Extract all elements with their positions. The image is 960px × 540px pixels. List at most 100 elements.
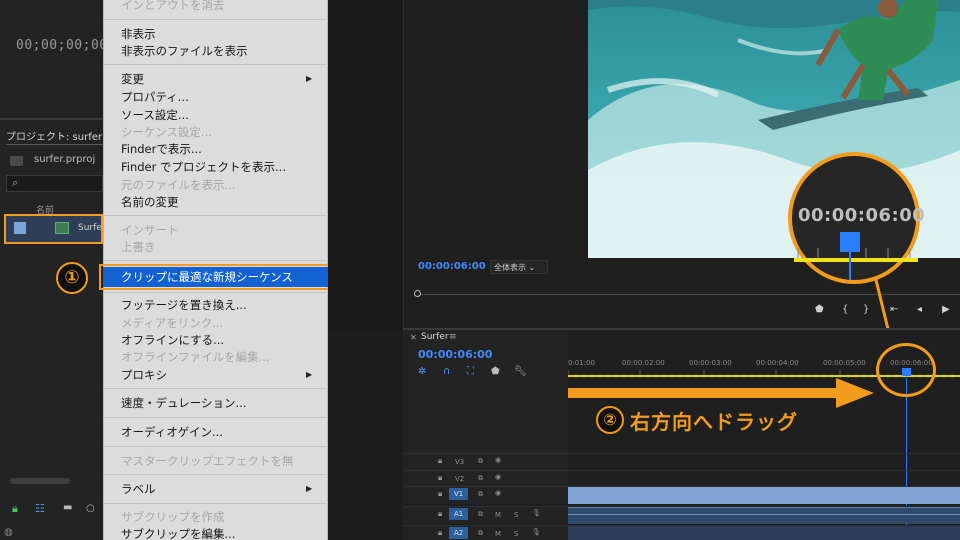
ruler-label: 00:00:05:00 [823, 359, 866, 367]
solo-button[interactable]: S [514, 530, 518, 538]
track-name-v2[interactable]: V2 [455, 475, 464, 483]
microphone-icon[interactable]: 🎙︎ [532, 509, 541, 517]
track-lock-icon[interactable]: 🔒︎ [438, 509, 442, 519]
nest-icon[interactable]: ✲ [418, 366, 426, 377]
menu-separator [103, 417, 328, 418]
sync-lock-icon[interactable]: ⧉ [478, 457, 483, 466]
mute-button[interactable]: M [495, 511, 501, 519]
search-input[interactable] [6, 175, 103, 192]
annotation-circle-playhead [876, 343, 936, 397]
zoom-callout-playhead-line [849, 250, 851, 280]
scrollbar[interactable] [10, 478, 70, 484]
tab-underline [6, 144, 103, 145]
program-timecode[interactable]: 00:00:06:00 [418, 261, 486, 272]
step-two-badge: ② [596, 406, 624, 434]
menu-item-reveal-finder[interactable]: Finderで表示... [121, 141, 202, 157]
track-header-a1 [403, 507, 568, 524]
sync-lock-icon[interactable]: ⧉ [478, 529, 483, 538]
snap-icon[interactable]: ∩ [443, 366, 450, 377]
sync-lock-icon[interactable]: ⧉ [478, 510, 483, 519]
icon-view-icon[interactable]: ▬ [63, 502, 72, 513]
solo-button[interactable]: S [514, 511, 518, 519]
zoom-callout-work-area [794, 258, 918, 262]
menu-item-label[interactable]: ラベル [121, 481, 156, 497]
mark-in-icon[interactable]: { [842, 304, 848, 315]
menu-item-properties[interactable]: プロパティ... [121, 89, 189, 105]
zoom-slider-handle[interactable]: ○ [86, 503, 95, 514]
track-name-a1[interactable]: A1 [449, 508, 469, 520]
track-lock-icon[interactable]: 🔒︎ [438, 456, 442, 466]
timeline-clip-a1[interactable] [568, 507, 960, 524]
marker-icon[interactable]: ⬟ [815, 304, 824, 315]
add-marker-icon[interactable]: ⬟ [491, 366, 500, 377]
source-timecode: 00;00;00;00 [16, 38, 108, 53]
menu-separator [103, 474, 328, 475]
program-scrub-handle[interactable] [414, 290, 421, 297]
folder-icon [10, 156, 23, 166]
eye-icon[interactable]: ◉ [495, 489, 501, 497]
menu-item-modify[interactable]: 変更 [121, 71, 144, 87]
mark-out-icon[interactable]: } [863, 304, 869, 315]
menu-item-show-hidden[interactable]: 非表示のファイルを表示 [121, 43, 248, 59]
track-lock-icon[interactable]: 🔒︎ [438, 528, 442, 538]
menu-separator [103, 446, 328, 447]
menu-separator [103, 64, 328, 65]
play-icon[interactable]: ▶ [942, 304, 950, 315]
eye-icon[interactable]: ◉ [495, 456, 501, 464]
menu-item-edit-subclip[interactable]: サブクリップを編集... [121, 526, 235, 540]
track-header-v1 [403, 487, 568, 504]
wrench-icon[interactable]: 🔧︎ [514, 366, 527, 377]
zoom-callout-playhead [840, 232, 860, 252]
menu-item-sequence-settings: シーケンス設定... [121, 125, 212, 139]
menu-item-source-settings[interactable]: ソース設定... [121, 107, 189, 123]
eye-icon[interactable]: ◉ [495, 473, 501, 481]
timeline-clip-v1[interactable] [568, 487, 960, 504]
track-name-v1[interactable]: V1 [449, 488, 469, 500]
timeline-clip-a2[interactable] [568, 526, 960, 540]
menu-item-proxy[interactable]: プロキシ [121, 367, 167, 383]
fit-zoom-select[interactable]: 全体表示 ⌄ [490, 260, 548, 274]
ruler-label: 0:01:00 [568, 359, 595, 367]
menu-separator [103, 388, 328, 389]
submenu-arrow-icon: ▶ [306, 370, 313, 379]
menu-item-speed-duration[interactable]: 速度・デュレーション... [121, 395, 247, 411]
menu-item-clear-in-out: インとアウトを消去 [121, 0, 225, 12]
sync-lock-icon[interactable]: ⧉ [478, 490, 483, 499]
menu-item-insert: インサート [121, 223, 179, 237]
search-icon: ⌕ [12, 176, 19, 189]
panel-gap [328, 0, 403, 330]
audio-waveform [568, 514, 960, 515]
annotation-highlight-menu-item [99, 264, 332, 290]
menu-item-make-offline[interactable]: オフラインにする... [121, 332, 224, 348]
linked-selection-icon[interactable]: ⛶ [467, 366, 474, 377]
mute-button[interactable]: M [495, 530, 501, 538]
menu-item-hide[interactable]: 非表示 [121, 26, 156, 42]
project-file-name: surfer.prproj [34, 154, 96, 165]
step-back-icon[interactable]: ◂ [917, 304, 922, 315]
lock-icon[interactable]: 🔒︎ [12, 502, 18, 516]
track-lock-icon[interactable]: 🔒︎ [438, 489, 442, 499]
list-view-icon[interactable]: ☷ [35, 502, 45, 515]
track-lock-icon[interactable]: 🔒︎ [438, 473, 442, 483]
ruler-label: 00:00:04:00 [756, 359, 799, 367]
menu-separator [103, 19, 328, 20]
microphone-icon[interactable]: 🎙︎ [532, 528, 541, 536]
menu-item-rename[interactable]: 名前の変更 [121, 194, 179, 210]
tab-sequence-surfer[interactable]: Surfer [421, 332, 449, 342]
close-icon[interactable]: ✕ [410, 333, 417, 342]
menu-separator [103, 260, 328, 261]
track-name-a2[interactable]: A2 [449, 527, 469, 539]
menu-item-overwrite: 上書き [121, 240, 156, 254]
timeline-timecode[interactable]: 00:00:06:00 [418, 348, 492, 361]
track-name-v3[interactable]: V3 [455, 458, 464, 466]
menu-item-reveal-project-finder[interactable]: Finder でプロジェクトを表示... [121, 159, 286, 175]
fit-zoom-value: 全体表示 [494, 263, 526, 272]
menu-item-audio-gain[interactable]: オーディオゲイン... [121, 424, 223, 440]
submenu-arrow-icon: ▶ [306, 484, 313, 493]
step-one-badge: ① [56, 262, 88, 294]
project-panel-tab[interactable]: プロジェクト: surfer ≡ [6, 128, 114, 143]
sync-lock-icon[interactable]: ⧉ [478, 474, 483, 483]
panel-menu-icon[interactable]: ≡ [449, 332, 457, 342]
annotation-highlight-clip [4, 214, 103, 244]
menu-item-replace-footage[interactable]: フッテージを置き換え... [121, 297, 247, 313]
